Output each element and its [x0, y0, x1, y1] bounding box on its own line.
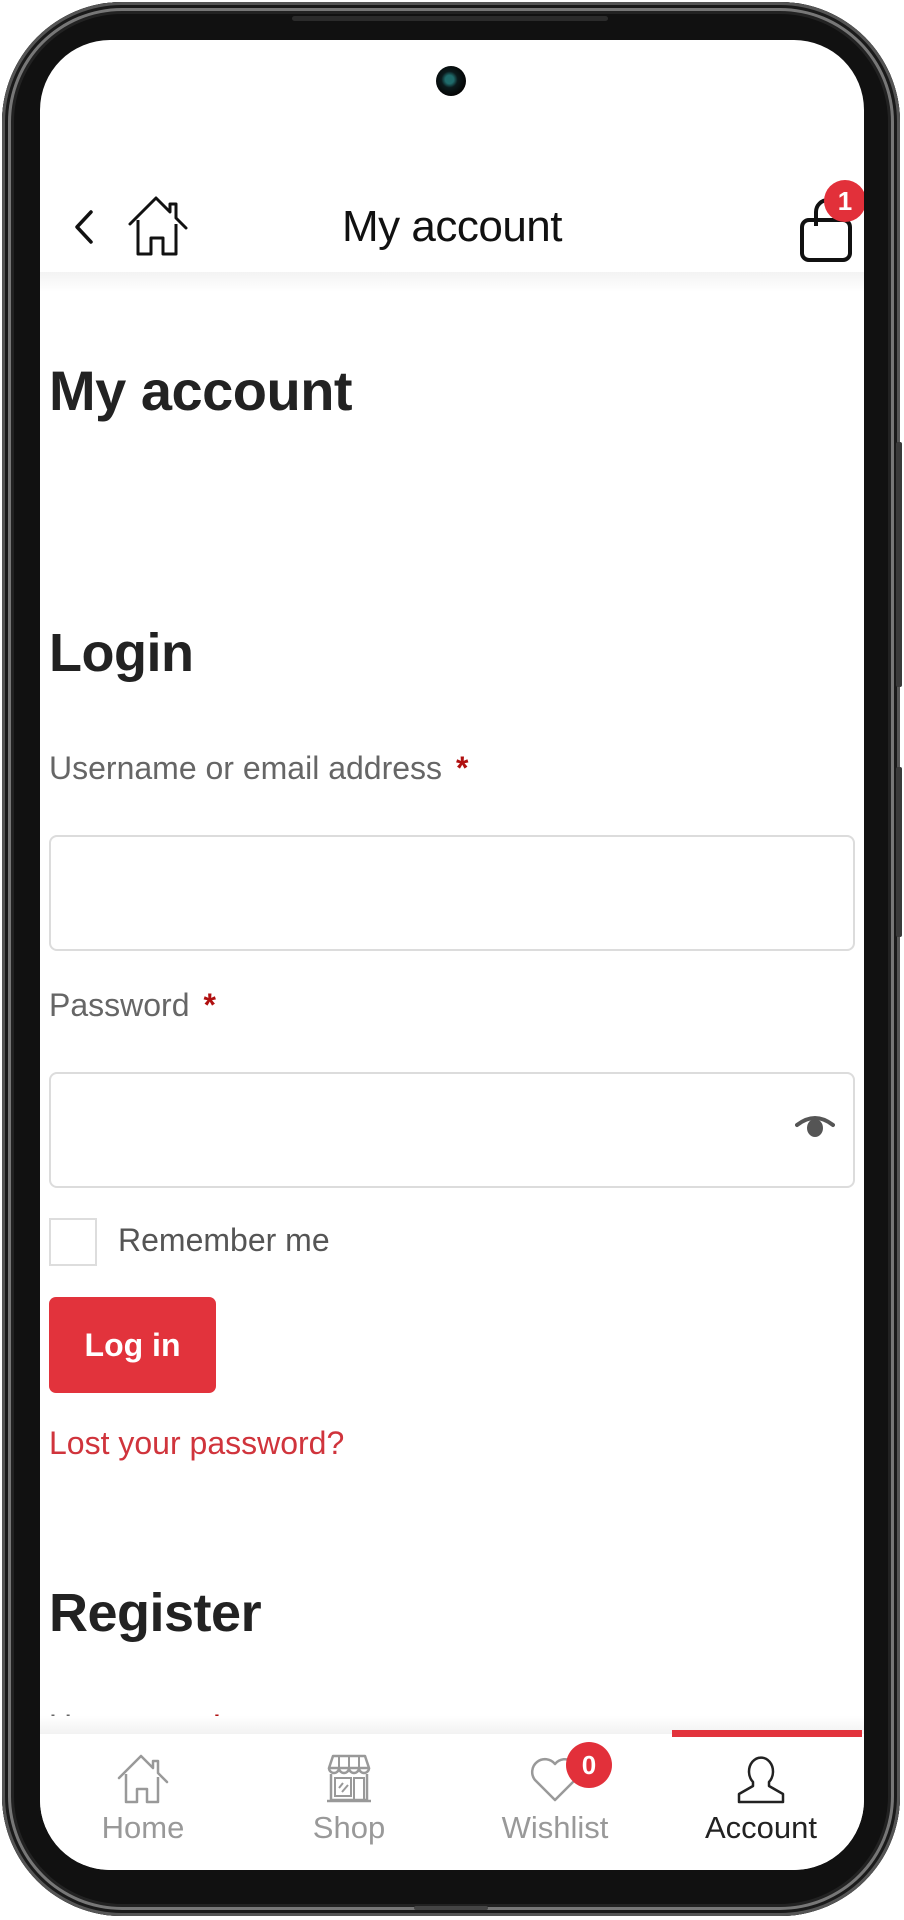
earpiece-speaker — [292, 16, 608, 21]
header-title: My account — [342, 202, 562, 251]
required-mark: * — [203, 987, 216, 1023]
page-heading: My account — [49, 359, 353, 422]
header-divider — [40, 272, 864, 292]
remember-me-checkbox[interactable] — [49, 1218, 97, 1266]
lost-password-link[interactable]: Lost your password? — [49, 1425, 344, 1462]
user-icon — [737, 1756, 785, 1804]
nav-item-wishlist[interactable]: Wishlist — [452, 1734, 658, 1870]
nav-label-shop: Shop — [312, 1810, 386, 1845]
nav-item-home[interactable]: Home — [40, 1734, 246, 1870]
nav-label-home: Home — [101, 1810, 185, 1845]
username-email-label-text: Username or email address — [49, 750, 443, 786]
nav-item-shop[interactable]: Shop — [246, 1734, 452, 1870]
screen: My account 1 My account Login Username o… — [40, 40, 864, 1870]
nav-label-account: Account — [704, 1810, 817, 1845]
show-password-button[interactable] — [795, 1113, 835, 1149]
password-label: Password * — [49, 987, 216, 1024]
password-label-text: Password — [49, 987, 190, 1023]
cart-count-badge: 1 — [824, 180, 864, 222]
eye-icon — [795, 1116, 835, 1137]
nav-item-account[interactable]: Account — [658, 1734, 864, 1870]
required-mark: * — [456, 750, 469, 786]
phone-frame: My account 1 My account Login Username o… — [2, 2, 902, 1916]
wishlist-count-badge: 0 — [566, 1742, 612, 1788]
volume-button — [896, 442, 902, 687]
log-in-button[interactable]: Log in — [49, 1297, 216, 1393]
password-field[interactable] — [49, 1072, 855, 1188]
power-button — [896, 767, 902, 937]
bottom-slot — [414, 1906, 488, 1910]
home-icon — [117, 1754, 169, 1804]
nav-label-wishlist: Wishlist — [501, 1810, 609, 1845]
remember-me-label[interactable]: Remember me — [118, 1222, 330, 1259]
username-email-label: Username or email address * — [49, 750, 469, 787]
register-heading: Register — [49, 1583, 262, 1643]
username-email-input[interactable] — [49, 835, 855, 951]
front-camera — [436, 66, 466, 96]
active-tab-indicator — [672, 1730, 862, 1737]
bottom-nav: Home Shop Wishlist Account — [40, 1734, 864, 1870]
login-heading: Login — [49, 623, 194, 683]
store-icon — [327, 1754, 371, 1803]
app-header: My account 1 — [40, 180, 864, 272]
